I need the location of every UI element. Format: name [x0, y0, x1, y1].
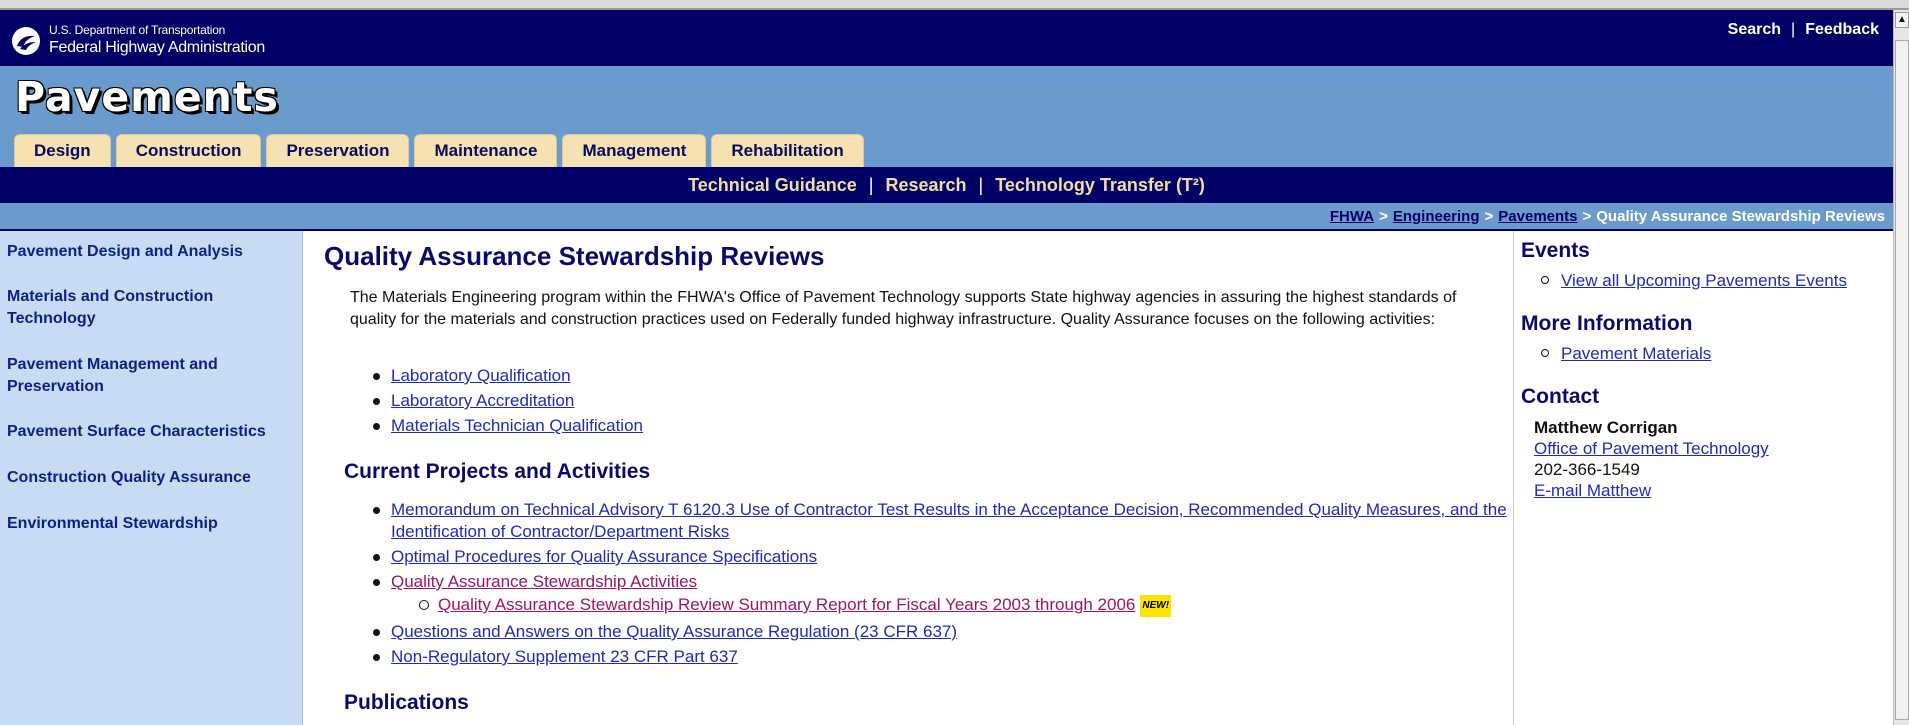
breadcrumb-pavements[interactable]: Pavements	[1498, 208, 1577, 225]
sidebar-item-materials-construction[interactable]: Materials and Construction Technology	[7, 286, 292, 330]
tab-maintenance[interactable]: Maintenance	[414, 134, 558, 167]
technology-transfer-link[interactable]: Technology Transfer (T²)	[995, 175, 1205, 196]
circle-bullet-icon	[1541, 349, 1549, 357]
feedback-link[interactable]: Feedback	[1805, 21, 1879, 39]
tab-rehabilitation[interactable]: Rehabilitation	[711, 134, 864, 167]
intro-paragraph: The Materials Engineering program within…	[350, 289, 1457, 328]
tab-management[interactable]: Management	[562, 134, 707, 167]
non-regulatory-supplement-link[interactable]: Non-Regulatory Supplement 23 CFR Part 63…	[391, 647, 738, 666]
fhwa-logo-icon	[12, 27, 40, 55]
tab-design[interactable]: Design	[14, 134, 111, 167]
subnav-separator: |	[978, 174, 984, 195]
publications-heading: Publications	[344, 691, 469, 714]
optimal-procedures-link[interactable]: Optimal Procedures for Quality Assurance…	[391, 547, 817, 566]
utility-separator: |	[1791, 21, 1796, 38]
contact-name: Matthew Corrigan	[1534, 418, 1678, 437]
projects-list: Memorandum on Technical Advisory T 6120.…	[371, 499, 1511, 671]
browser-chrome-strip	[0, 0, 1909, 10]
agency-header: U.S. Department of Transportation Federa…	[0, 10, 1893, 66]
sidebar-item-pavement-management[interactable]: Pavement Management and Preservation	[7, 354, 292, 398]
main-tabs: Design Construction Preservation Mainten…	[14, 134, 864, 167]
questions-answers-link[interactable]: Questions and Answers on the Quality Ass…	[391, 622, 957, 641]
list-item: Laboratory Accreditation	[371, 390, 643, 412]
laboratory-accreditation-link[interactable]: Laboratory Accreditation	[391, 391, 574, 410]
more-information-list: Pavement Materials	[1541, 344, 1711, 364]
more-information-heading: More Information	[1521, 312, 1693, 335]
email-link[interactable]: E-mail Matthew	[1534, 481, 1651, 500]
agency-department: U.S. Department of Transportation	[49, 23, 226, 37]
site-title: Pavements	[15, 73, 279, 121]
pavement-materials-link[interactable]: Pavement Materials	[1561, 344, 1711, 363]
site-banner: Pavements Design Construction Preservati…	[0, 66, 1893, 167]
list-item: Materials Technician Qualification	[371, 415, 643, 437]
subnav-separator: |	[868, 174, 874, 195]
office-link[interactable]: Office of Pavement Technology	[1534, 439, 1769, 458]
list-item: Optimal Procedures for Quality Assurance…	[371, 546, 1511, 568]
vertical-scrollbar[interactable]: ▲	[1893, 10, 1909, 725]
sidebar-item-environmental-stewardship[interactable]: Environmental Stewardship	[7, 513, 292, 535]
main-content: Quality Assurance Stewardship Reviews Th…	[304, 231, 1513, 725]
agency-name: Federal Highway Administration	[49, 39, 265, 56]
search-link[interactable]: Search	[1728, 21, 1781, 39]
breadcrumb-current: Quality Assurance Stewardship Reviews	[1596, 207, 1885, 225]
right-sidebar: Events View all Upcoming Pavements Event…	[1513, 231, 1893, 725]
contact-phone: 202-366-1549	[1534, 460, 1640, 479]
secondary-nav: Technical Guidance | Research | Technolo…	[0, 167, 1893, 203]
activities-list: Laboratory Qualification Laboratory Accr…	[371, 365, 643, 440]
breadcrumb-separator: >	[1379, 207, 1388, 225]
list-item: Laboratory Qualification	[371, 365, 643, 387]
tab-preservation[interactable]: Preservation	[266, 134, 410, 167]
left-sidebar: Pavement Design and Analysis Materials a…	[0, 231, 303, 725]
breadcrumb-separator: >	[1582, 207, 1592, 225]
list-item: Memorandum on Technical Advisory T 6120.…	[371, 499, 1511, 543]
scroll-thumb[interactable]	[1895, 40, 1909, 720]
tab-construction[interactable]: Construction	[115, 134, 262, 167]
laboratory-qualification-link[interactable]: Laboratory Qualification	[391, 366, 571, 385]
list-item: Quality Assurance Stewardship Review Sum…	[418, 594, 1511, 617]
breadcrumb-engineering[interactable]: Engineering	[1393, 208, 1480, 225]
sub-list: Quality Assurance Stewardship Review Sum…	[418, 594, 1511, 617]
contact-heading: Contact	[1521, 385, 1600, 408]
upcoming-events-link[interactable]: View all Upcoming Pavements Events	[1561, 271, 1847, 290]
sidebar-item-surface-characteristics[interactable]: Pavement Surface Characteristics	[7, 421, 292, 443]
summary-report-link[interactable]: Quality Assurance Stewardship Review Sum…	[438, 595, 1135, 614]
page-title: Quality Assurance Stewardship Reviews	[324, 241, 825, 271]
research-link[interactable]: Research	[885, 175, 966, 196]
events-heading: Events	[1521, 239, 1590, 262]
list-item: Questions and Answers on the Quality Ass…	[371, 621, 1511, 643]
breadcrumb-separator: >	[1484, 207, 1494, 225]
breadcrumb-fhwa[interactable]: FHWA	[1330, 208, 1374, 225]
circle-bullet-icon	[1541, 276, 1549, 284]
sidebar-item-construction-qa[interactable]: Construction Quality Assurance	[7, 467, 292, 489]
events-list: View all Upcoming Pavements Events	[1541, 271, 1847, 291]
list-item: Quality Assurance Stewardship Activities…	[371, 571, 1511, 617]
technical-guidance-link[interactable]: Technical Guidance	[688, 175, 857, 196]
list-item: Non-Regulatory Supplement 23 CFR Part 63…	[371, 646, 1511, 668]
projects-heading: Current Projects and Activities	[344, 460, 651, 483]
breadcrumb: FHWA > Engineering > Pavements > Quality…	[0, 203, 1893, 231]
new-badge: NEW!	[1140, 595, 1172, 617]
chevron-up-icon[interactable]: ▲	[1895, 12, 1909, 28]
qa-stewardship-activities-link[interactable]: Quality Assurance Stewardship Activities	[391, 572, 697, 591]
sidebar-item-pavement-design[interactable]: Pavement Design and Analysis	[7, 241, 292, 263]
materials-technician-link[interactable]: Materials Technician Qualification	[391, 416, 643, 435]
contact-block: Matthew Corrigan Office of Pavement Tech…	[1534, 417, 1769, 501]
utility-links: Search | Feedback	[1728, 21, 1879, 39]
memorandum-link[interactable]: Memorandum on Technical Advisory T 6120.…	[391, 500, 1507, 541]
